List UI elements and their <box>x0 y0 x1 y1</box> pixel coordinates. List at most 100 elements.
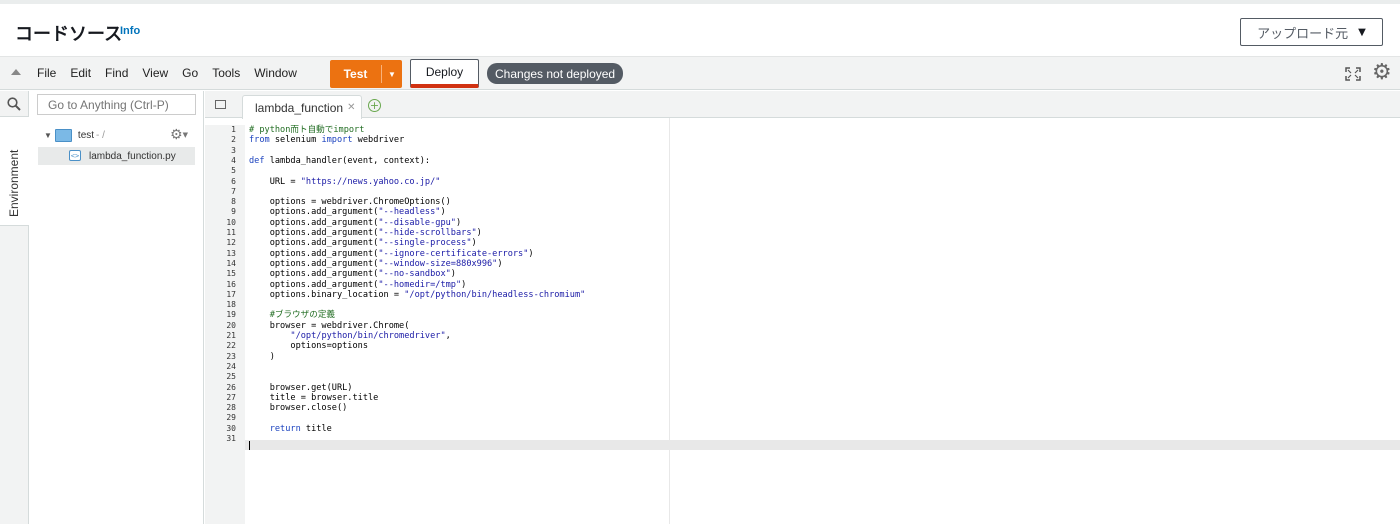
code-token: ) <box>476 228 482 238</box>
test-dropdown-icon[interactable]: ▼ <box>382 70 402 79</box>
upload-from-button[interactable]: アップロード元 ▼ <box>1240 18 1383 46</box>
page-header: コードソース Info アップロード元 ▼ <box>0 0 1400 56</box>
fullscreen-icon[interactable] <box>1345 67 1361 81</box>
code-line: #ブラウザの定義 <box>249 310 335 320</box>
code-line: options.add_argument("--disable-gpu") <box>249 218 461 228</box>
line-number: 22 <box>226 341 236 351</box>
menu-item-find[interactable]: Find <box>105 66 128 80</box>
code-token: "--homedir=/tmp" <box>378 279 462 290</box>
root-folder-suffix: - / <box>96 130 105 141</box>
expand-triangle-icon[interactable]: ▼ <box>44 131 52 140</box>
code-token: webdriver <box>352 135 405 146</box>
code-line: options.add_argument("--single-process") <box>249 238 477 248</box>
line-number: 19 <box>226 310 236 320</box>
menu-item-view[interactable]: View <box>142 66 168 80</box>
code-token: #ブラウザの定義 <box>249 310 336 321</box>
code-token: ) <box>461 279 467 290</box>
tab-menu-icon[interactable] <box>215 100 226 109</box>
code-line: from selenium import webdriver <box>249 135 404 145</box>
menu-item-go[interactable]: Go <box>182 66 198 80</box>
code-token: ) <box>249 351 275 362</box>
code-line: options.add_argument("--homedir=/tmp") <box>249 279 467 290</box>
code-line: browser.close() <box>249 403 348 414</box>
root-folder-name: test <box>77 130 95 141</box>
editor-tab-bar: lambda_function ✕ + <box>205 91 1400 119</box>
code-token: "--no-sandbox" <box>378 269 451 280</box>
new-tab-plus-icon[interactable]: + <box>368 99 381 112</box>
code-token: options.add_argument( <box>249 279 379 290</box>
code-token: URL = <box>249 176 301 187</box>
caret-down-icon: ▼ <box>1358 26 1366 38</box>
code-token: options = webdriver.ChromeOptions() <box>249 197 451 208</box>
tab-lambda-function[interactable]: lambda_function ✕ <box>242 95 362 119</box>
code-token: options.add_argument( <box>249 269 379 280</box>
line-number: 16 <box>226 279 236 289</box>
line-number: 29 <box>226 413 236 423</box>
line-number: 24 <box>226 361 236 371</box>
menu-item-edit[interactable]: Edit <box>70 66 91 80</box>
tree-root-folder[interactable]: ▼ test - / <box>44 129 105 142</box>
code-token: browser.close() <box>249 403 348 414</box>
code-line: # python而ト自動でimport <box>249 125 364 135</box>
code-line: options=options <box>249 341 368 351</box>
code-token: "--ignore-certificate-errors" <box>378 248 529 259</box>
line-number: 18 <box>226 300 236 310</box>
code-token: from <box>249 135 270 146</box>
menu-item-window[interactable]: Window <box>254 66 297 80</box>
status-badge: Changes not deployed <box>487 63 624 84</box>
environment-tab-label: Environment <box>7 149 21 217</box>
line-number: 28 <box>226 403 236 413</box>
tree-settings-gear-icon[interactable]: ⚙▼ <box>170 127 188 143</box>
code-token: "--single-process" <box>378 238 472 249</box>
go-to-anything-input[interactable] <box>37 94 196 115</box>
code-token: ) <box>440 207 446 218</box>
file-tree-panel: ▼ test - / ⚙▼ <> lambda_function.py <box>30 91 204 524</box>
code-token: options.add_argument( <box>249 248 379 259</box>
code-line: def lambda_handler(event, context): <box>249 156 430 166</box>
deploy-button[interactable]: Deploy <box>410 59 479 88</box>
code-token: import <box>321 135 353 146</box>
tree-file-name: lambda_function.py <box>89 150 176 162</box>
line-number: 21 <box>226 331 236 340</box>
menu-item-tools[interactable]: Tools <box>212 66 240 80</box>
line-number: 2 <box>231 135 236 145</box>
code-token: title <box>300 423 332 434</box>
menu-bar: File Edit Find View Go Tools Window <box>37 66 311 80</box>
line-number: 1 <box>231 125 236 134</box>
line-number: 14 <box>226 258 236 268</box>
code-token: browser.get(URL) <box>249 382 353 393</box>
close-tab-icon[interactable]: ✕ <box>347 102 355 113</box>
python-file-icon: <> <box>69 150 81 161</box>
code-token: "https://news.yahoo.co.jp/" <box>300 176 441 187</box>
menu-item-file[interactable]: File <box>37 66 56 80</box>
line-number: 11 <box>226 228 236 237</box>
page-title: コードソース <box>15 24 123 44</box>
code-token: options=options <box>249 341 368 352</box>
test-button[interactable]: Test ▼ <box>330 60 402 88</box>
code-token: ) <box>450 269 456 280</box>
line-number: 3 <box>231 145 236 155</box>
code-token: options.add_argument( <box>249 217 379 228</box>
line-number: 20 <box>226 320 236 330</box>
code-line: options = webdriver.ChromeOptions() <box>249 197 451 207</box>
code-token: browser = webdriver.Chrome( <box>249 320 410 331</box>
line-number: 15 <box>226 269 236 279</box>
code-area[interactable]: # python而ト自動でimport from selenium import … <box>249 125 1399 524</box>
code-token: "--disable-gpu" <box>378 217 456 228</box>
search-icon[interactable] <box>7 97 21 111</box>
info-link[interactable]: Info <box>120 25 140 37</box>
line-number: 27 <box>226 392 236 402</box>
code-line: options.add_argument("--headless") <box>249 207 446 217</box>
code-token: "--hide-scrollbars" <box>378 228 477 238</box>
code-line: browser = webdriver.Chrome( <box>249 320 410 331</box>
line-number: 23 <box>226 351 236 361</box>
environment-tab[interactable]: Environment <box>0 116 29 226</box>
preferences-gear-icon[interactable]: ⚙ <box>1372 61 1392 85</box>
collapse-icon[interactable] <box>11 69 21 75</box>
line-number: 17 <box>226 289 236 299</box>
tree-file-item[interactable]: <> lambda_function.py <box>38 147 195 165</box>
code-token: options.binary_location = <box>249 289 405 300</box>
code-token: "--window-size=880x996" <box>378 258 498 269</box>
